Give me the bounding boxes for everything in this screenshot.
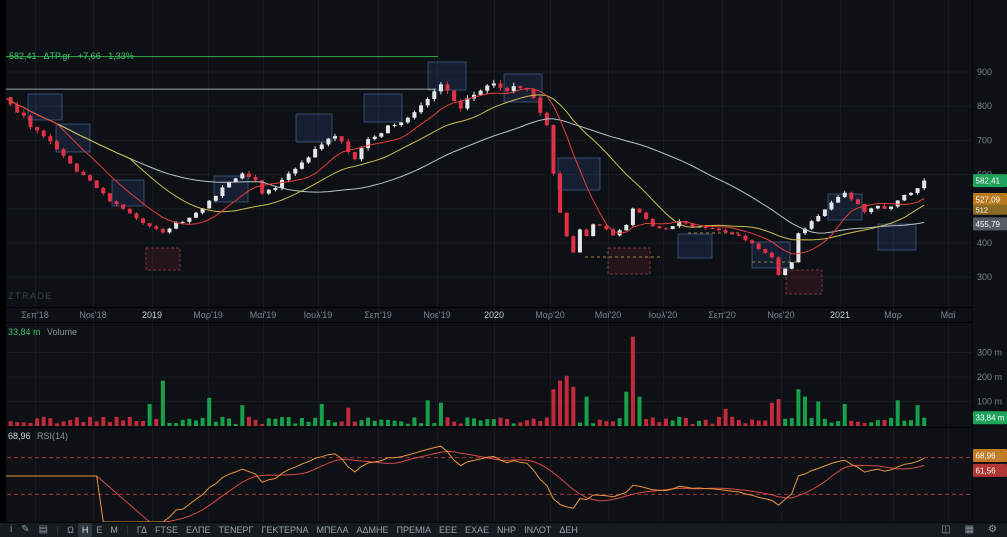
svg-text:Σεπ'20: Σεπ'20 xyxy=(708,310,736,320)
chart-area[interactable]: 900800700600500400300300 m200 m100 mΣεπ'… xyxy=(0,0,1007,522)
chart-style-icon[interactable]: ◫ xyxy=(937,523,954,537)
svg-text:Σεπ'19: Σεπ'19 xyxy=(364,310,392,320)
svg-text:527,09: 527,09 xyxy=(976,196,1001,205)
svg-text:Ιουλ'20: Ιουλ'20 xyxy=(649,310,678,320)
ticker-button-12[interactable]: ΔΕΗ xyxy=(555,523,582,537)
histogram-icon[interactable]: ▦ xyxy=(961,523,978,537)
interval-button-0[interactable]: Ω xyxy=(63,523,78,537)
svg-text:Μαρ'19: Μαρ'19 xyxy=(193,310,223,320)
chart-canvas[interactable]: 900800700600500400300300 m200 m100 mΣεπ'… xyxy=(0,0,1007,522)
interval-button-group: ΩHEM xyxy=(63,523,122,537)
ticker-button-5[interactable]: ΜΠΕΛΑ xyxy=(312,523,352,537)
ticker-button-10[interactable]: ΝΗΡ xyxy=(493,523,520,537)
svg-text:100 m: 100 m xyxy=(977,397,1002,407)
toolbar-right-icons: ◫ ▦ ⚙ xyxy=(937,523,1001,537)
ticker-button-6[interactable]: ΑΔΜΗΕ xyxy=(352,523,392,537)
ticker-button-2[interactable]: ΕΛΠΕ xyxy=(182,523,215,537)
svg-text:455,79: 455,79 xyxy=(976,220,1001,229)
svg-text:Νοε'18: Νοε'18 xyxy=(79,310,106,320)
ticker-button-0[interactable]: ΓΔ xyxy=(133,523,151,537)
svg-text:61,56: 61,56 xyxy=(976,466,997,475)
svg-text:400: 400 xyxy=(977,238,992,248)
svg-text:68,96: 68,96 xyxy=(976,452,997,461)
svg-text:300: 300 xyxy=(977,272,992,282)
info-icon[interactable]: i xyxy=(6,523,16,537)
settings-icon[interactable]: ⚙ xyxy=(984,523,1001,537)
svg-text:Ιουλ'19: Ιουλ'19 xyxy=(304,310,333,320)
interval-button-2[interactable]: E xyxy=(92,523,106,537)
ticker-button-4[interactable]: ΓΕΚΤΕΡΝΑ xyxy=(258,523,313,537)
svg-text:Σεπ'18: Σεπ'18 xyxy=(21,310,49,320)
svg-text:300 m: 300 m xyxy=(977,348,1002,358)
toolbar-divider xyxy=(126,525,128,535)
svg-text:2021: 2021 xyxy=(830,310,850,320)
ticker-button-3[interactable]: ΤΕΝΕΡΓ xyxy=(215,523,258,537)
svg-text:900: 900 xyxy=(977,67,992,77)
svg-text:800: 800 xyxy=(977,101,992,111)
ticker-button-11[interactable]: ΙΝΛΟΤ xyxy=(520,523,555,537)
ticker-button-7[interactable]: ΠΡΕΜΙΑ xyxy=(393,523,436,537)
svg-text:Μαϊ'20: Μαϊ'20 xyxy=(595,310,621,320)
svg-text:Μαρ'20: Μαρ'20 xyxy=(535,310,565,320)
svg-text:Νοε'20: Νοε'20 xyxy=(767,310,794,320)
bottom-toolbar: i ✎ ▤ ΩHEM ΓΔ FTSE ΕΛΠΕ ΤΕΝΕΡΓ ΓΕΚΤΕΡΝΑ ΜΠΕΛΑ… xyxy=(0,522,1007,537)
interval-button-1[interactable]: H xyxy=(77,523,93,537)
layers-icon[interactable]: ▤ xyxy=(35,523,52,537)
svg-text:512: 512 xyxy=(976,206,989,215)
ticker-button-9[interactable]: ΕΧΑΕ xyxy=(461,523,493,537)
toolbar-divider xyxy=(57,525,59,535)
svg-text:33,84 m: 33,84 m xyxy=(976,414,1005,423)
draw-icon[interactable]: ✎ xyxy=(17,523,33,537)
svg-text:Μαϊ'19: Μαϊ'19 xyxy=(250,310,276,320)
svg-text:2020: 2020 xyxy=(484,310,504,320)
svg-text:Μαϊ: Μαϊ xyxy=(941,310,957,320)
ticker-button-1[interactable]: FTSE xyxy=(151,523,182,537)
ticker-button-group: ΓΔ FTSE ΕΛΠΕ ΤΕΝΕΡΓ ΓΕΚΤΕΡΝΑ ΜΠΕΛΑ ΑΔΜΗΕ ΠΡΕΜΙΑ… xyxy=(133,523,582,537)
ticker-button-8[interactable]: ΕΕΕ xyxy=(435,523,461,537)
interval-button-3[interactable]: M xyxy=(106,523,122,537)
svg-text:200 m: 200 m xyxy=(977,372,1002,382)
svg-text:700: 700 xyxy=(977,135,992,145)
svg-text:582,41: 582,41 xyxy=(976,177,1001,186)
trading-app: 900800700600500400300300 m200 m100 mΣεπ'… xyxy=(0,0,1007,537)
svg-text:Νοε'19: Νοε'19 xyxy=(423,310,450,320)
svg-text:Μαρ: Μαρ xyxy=(884,310,902,320)
svg-text:2019: 2019 xyxy=(142,310,162,320)
